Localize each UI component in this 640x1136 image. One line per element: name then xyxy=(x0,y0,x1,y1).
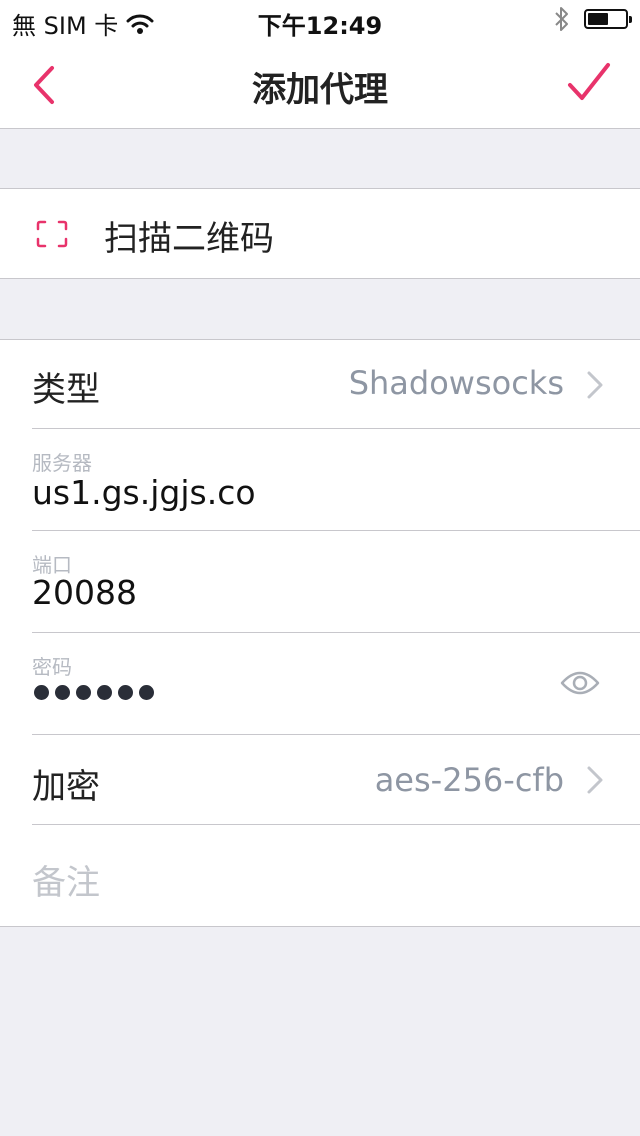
type-row[interactable]: 类型 Shadowsocks xyxy=(0,340,640,429)
checkmark-icon xyxy=(568,63,610,100)
encryption-label: 加密 xyxy=(32,767,100,807)
page-title: 添加代理 xyxy=(252,70,388,110)
encryption-row[interactable]: 加密 aes-256-cfb xyxy=(0,735,640,825)
navigation-bar: 添加代理 xyxy=(0,40,640,129)
save-button[interactable] xyxy=(564,58,614,108)
status-bar: 無 SIM 卡 下午12:49 xyxy=(0,0,640,40)
port-field[interactable]: 端口 20088 xyxy=(0,531,640,633)
password-label: 密码 xyxy=(32,655,72,679)
bluetooth-icon xyxy=(555,7,568,31)
password-dot xyxy=(34,685,49,700)
password-dot xyxy=(55,685,70,700)
port-input[interactable]: 20088 xyxy=(32,573,137,612)
chevron-right-icon xyxy=(587,371,603,399)
scan-qr-label: 扫描二维码 xyxy=(104,219,274,259)
scan-qr-icon xyxy=(36,220,68,248)
type-label: 类型 xyxy=(32,370,100,410)
note-field[interactable]: 备注 xyxy=(0,825,640,926)
password-dot xyxy=(97,685,112,700)
battery-level xyxy=(588,13,608,25)
password-dot xyxy=(118,685,133,700)
status-time: 下午12:49 xyxy=(257,12,383,40)
password-input[interactable] xyxy=(34,685,154,700)
scan-qr-row[interactable]: 扫描二维码 xyxy=(0,188,640,279)
status-right xyxy=(554,6,632,32)
server-input[interactable]: us1.gs.jgjs.co xyxy=(32,473,256,512)
password-dot xyxy=(139,685,154,700)
type-value: Shadowsocks xyxy=(348,364,564,402)
password-dot xyxy=(76,685,91,700)
server-field[interactable]: 服务器 us1.gs.jgjs.co xyxy=(0,429,640,531)
chevron-right-icon xyxy=(587,766,603,794)
encryption-value: aes-256-cfb xyxy=(374,761,564,799)
eye-icon[interactable] xyxy=(560,669,600,697)
note-input[interactable]: 备注 xyxy=(32,855,100,904)
server-label: 服务器 xyxy=(32,451,92,475)
password-field[interactable]: 密码 xyxy=(0,633,640,735)
proxy-form: 类型 Shadowsocks 服务器 us1.gs.jgjs.co 端口 200… xyxy=(0,339,640,927)
battery-icon xyxy=(584,9,632,29)
